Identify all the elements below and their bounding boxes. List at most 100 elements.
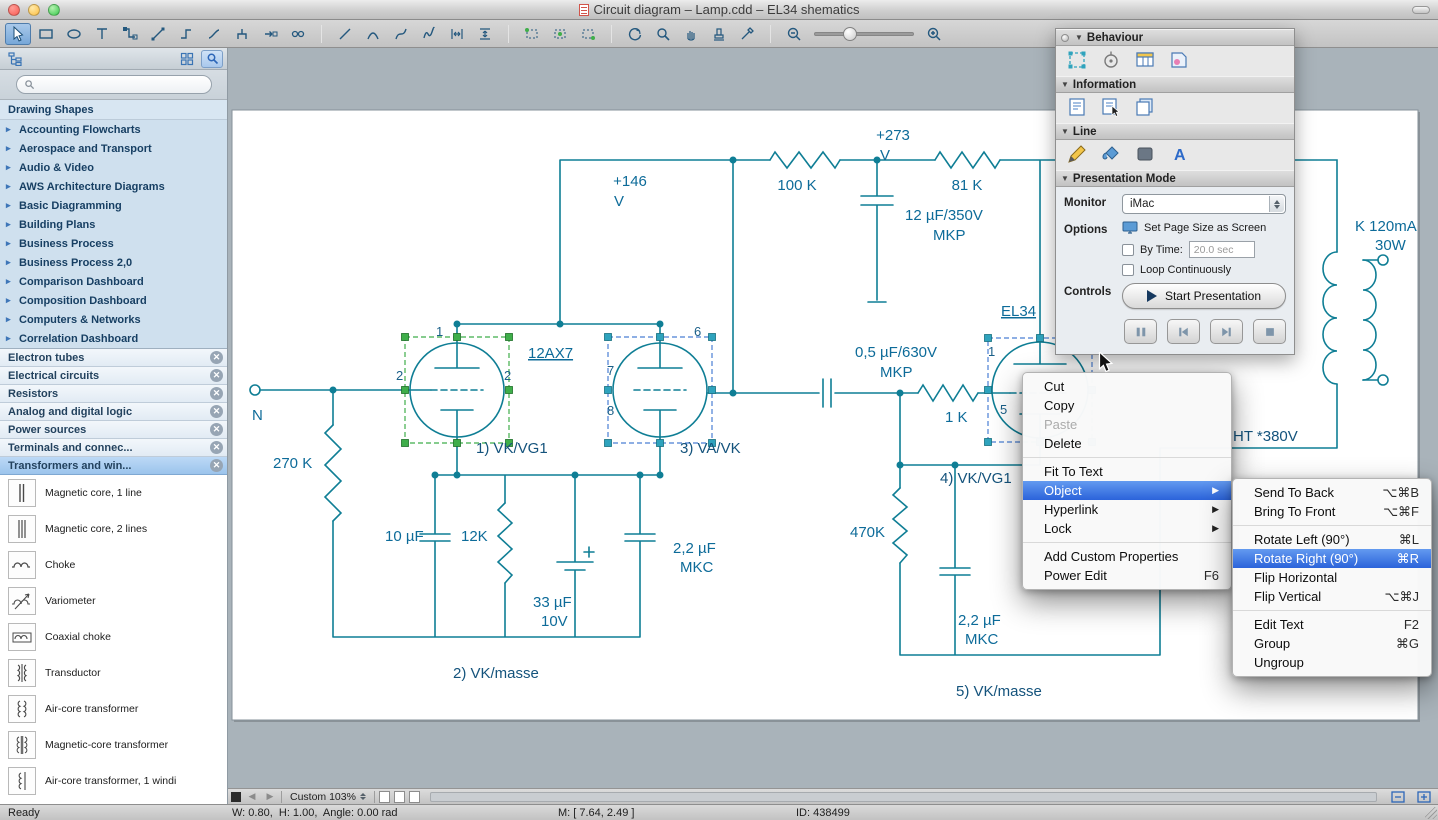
line-tool-button[interactable] bbox=[332, 23, 358, 45]
bezier-tool-button[interactable] bbox=[388, 23, 414, 45]
library-item[interactable]: ▸Business Process 2,0 bbox=[0, 253, 227, 272]
capacitor-label[interactable]: 2,2 µF bbox=[958, 612, 1001, 629]
shadow-style-icon[interactable] bbox=[1134, 143, 1156, 168]
stepper-icon[interactable] bbox=[360, 793, 366, 800]
shape-item-transductor[interactable]: Transductor bbox=[0, 655, 227, 691]
pencil-icon[interactable] bbox=[1066, 143, 1088, 168]
zoom-slider[interactable] bbox=[814, 32, 914, 36]
capacitor-label[interactable]: 33 µF bbox=[533, 594, 572, 611]
rotation-behaviour-icon[interactable] bbox=[1100, 49, 1122, 74]
by-time-field[interactable]: 20.0 sec bbox=[1189, 241, 1255, 258]
transformer-current-label[interactable]: K 120mA bbox=[1355, 218, 1417, 235]
next-button[interactable] bbox=[1210, 319, 1243, 344]
zoom-level-select[interactable]: Custom 103% bbox=[286, 791, 370, 803]
library-tab-resistors[interactable]: Resistors✕ bbox=[0, 385, 227, 403]
menu-item-add-custom-properties[interactable]: Add Custom Properties bbox=[1023, 547, 1231, 566]
voltage-label[interactable]: +146 bbox=[613, 173, 647, 190]
monitor-select[interactable]: iMac bbox=[1122, 194, 1286, 214]
measure-note[interactable]: 4) VK/VG1 bbox=[940, 470, 1012, 487]
capacitor-label[interactable]: 12 µF/350V bbox=[905, 207, 983, 224]
start-presentation-button[interactable]: Start Presentation bbox=[1122, 283, 1286, 309]
page-tab[interactable] bbox=[394, 791, 405, 803]
text-tool-button[interactable] bbox=[89, 23, 115, 45]
tree-view-button[interactable] bbox=[4, 50, 26, 68]
library-item[interactable]: ▸AWS Architecture Diagrams bbox=[0, 177, 227, 196]
library-item[interactable]: ▸Correlation Dashboard bbox=[0, 329, 227, 348]
library-item[interactable]: ▸Comparison Dashboard bbox=[0, 272, 227, 291]
menu-item-group[interactable]: Group⌘G bbox=[1233, 634, 1431, 653]
capacitor-type[interactable]: MKC bbox=[965, 631, 999, 648]
voltage-unit[interactable]: V bbox=[880, 147, 890, 164]
zoom-in-button[interactable] bbox=[921, 23, 947, 45]
library-tab-analog-digital[interactable]: Analog and digital logic✕ bbox=[0, 403, 227, 421]
voltage-unit[interactable]: V bbox=[614, 193, 624, 210]
library-tab-terminals[interactable]: Terminals and connec...✕ bbox=[0, 439, 227, 457]
menu-item-object[interactable]: Object▶ bbox=[1023, 481, 1231, 500]
connector-tool-button[interactable] bbox=[117, 23, 143, 45]
snap-guides-button[interactable] bbox=[547, 23, 573, 45]
library-tab-electron-tubes[interactable]: Electron tubes✕ bbox=[0, 349, 227, 367]
tube-label-el34[interactable]: EL34 bbox=[1001, 303, 1036, 320]
previous-page-button[interactable]: ◀ bbox=[245, 791, 259, 802]
transformer-power-label[interactable]: 30W bbox=[1375, 237, 1407, 254]
capacitor-voltage[interactable]: 10V bbox=[541, 613, 568, 630]
menu-item-rotate-left[interactable]: Rotate Left (90°)⌘L bbox=[1233, 530, 1431, 549]
fit-page-button[interactable] bbox=[1387, 788, 1409, 806]
menu-item-send-to-back[interactable]: Send To Back⌥⌘B bbox=[1233, 483, 1431, 502]
menu-item-ungroup[interactable]: Ungroup bbox=[1233, 653, 1431, 672]
information-section-header[interactable]: ▼ Information bbox=[1056, 76, 1294, 93]
fill-bucket-icon[interactable] bbox=[1100, 143, 1122, 168]
split-horizontal-tool-button[interactable] bbox=[444, 23, 470, 45]
menu-item-rotate-right[interactable]: Rotate Right (90°)⌘R bbox=[1233, 549, 1431, 568]
chain-connector-tool-button[interactable] bbox=[285, 23, 311, 45]
smart-connector-tool-button[interactable] bbox=[257, 23, 283, 45]
close-library-icon[interactable]: ✕ bbox=[210, 369, 223, 382]
line-section-header[interactable]: ▼ Line bbox=[1056, 123, 1294, 140]
pan-tool-button[interactable] bbox=[678, 23, 704, 45]
search-input[interactable] bbox=[16, 75, 212, 94]
close-library-icon[interactable]: ✕ bbox=[210, 423, 223, 436]
page-tab[interactable] bbox=[409, 791, 420, 803]
note-icon[interactable] bbox=[1066, 96, 1088, 121]
shape-item-coaxial-choke[interactable]: Coaxial choke bbox=[0, 619, 227, 655]
ellipse-tool-button[interactable] bbox=[61, 23, 87, 45]
stop-button[interactable] bbox=[1253, 319, 1286, 344]
direct-connector-tool-button[interactable] bbox=[145, 23, 171, 45]
by-time-checkbox[interactable] bbox=[1122, 244, 1134, 256]
close-library-icon[interactable]: ✕ bbox=[210, 441, 223, 454]
shape-item-variometer[interactable]: Variometer bbox=[0, 583, 227, 619]
horizontal-scrollbar[interactable] bbox=[430, 792, 1377, 802]
behaviour-section-header[interactable]: ▼ Behaviour bbox=[1056, 29, 1294, 46]
table-behaviour-icon[interactable] bbox=[1134, 49, 1156, 74]
ht-label[interactable]: HT *380V bbox=[1233, 428, 1298, 445]
capacitor-type[interactable]: MKC bbox=[680, 559, 714, 576]
pagebar-handle[interactable] bbox=[231, 792, 241, 802]
arc-tool-button[interactable] bbox=[360, 23, 386, 45]
panel-close-button[interactable] bbox=[1061, 34, 1069, 42]
measure-note[interactable]: 5) VK/masse bbox=[956, 683, 1042, 700]
menu-item-lock[interactable]: Lock▶ bbox=[1023, 519, 1231, 538]
page-tab[interactable] bbox=[379, 791, 390, 803]
menu-item-bring-to-front[interactable]: Bring To Front⌥⌘F bbox=[1233, 502, 1431, 521]
library-item[interactable]: ▸Audio & Video bbox=[0, 158, 227, 177]
capacitor-label[interactable]: 2,2 µF bbox=[673, 540, 716, 557]
capacitor-type[interactable]: MKP bbox=[880, 364, 913, 381]
freehand-tool-button[interactable] bbox=[416, 23, 442, 45]
resistor-label[interactable]: 12K bbox=[461, 528, 488, 545]
close-library-icon[interactable]: ✕ bbox=[210, 387, 223, 400]
library-item[interactable]: ▸Basic Diagramming bbox=[0, 196, 227, 215]
eyedropper-tool-button[interactable] bbox=[734, 23, 760, 45]
library-item[interactable]: ▸Building Plans bbox=[0, 215, 227, 234]
menu-item-edit-text[interactable]: Edit TextF2 bbox=[1233, 615, 1431, 634]
voltage-label[interactable]: +273 bbox=[876, 127, 910, 144]
resistor-label[interactable]: 100 K bbox=[777, 177, 816, 194]
measure-note[interactable]: 1) VK/VG1 bbox=[476, 440, 548, 457]
menu-item-hyperlink[interactable]: Hyperlink▶ bbox=[1023, 500, 1231, 519]
zoom-tool-button[interactable] bbox=[650, 23, 676, 45]
menu-item-cut[interactable]: Cut bbox=[1023, 377, 1231, 396]
resistor-label[interactable]: 470K bbox=[850, 524, 885, 541]
rotate-tool-button[interactable] bbox=[622, 23, 648, 45]
menu-item-copy[interactable]: Copy bbox=[1023, 396, 1231, 415]
library-item[interactable]: ▸Accounting Flowcharts bbox=[0, 120, 227, 139]
rectangle-tool-button[interactable] bbox=[33, 23, 59, 45]
